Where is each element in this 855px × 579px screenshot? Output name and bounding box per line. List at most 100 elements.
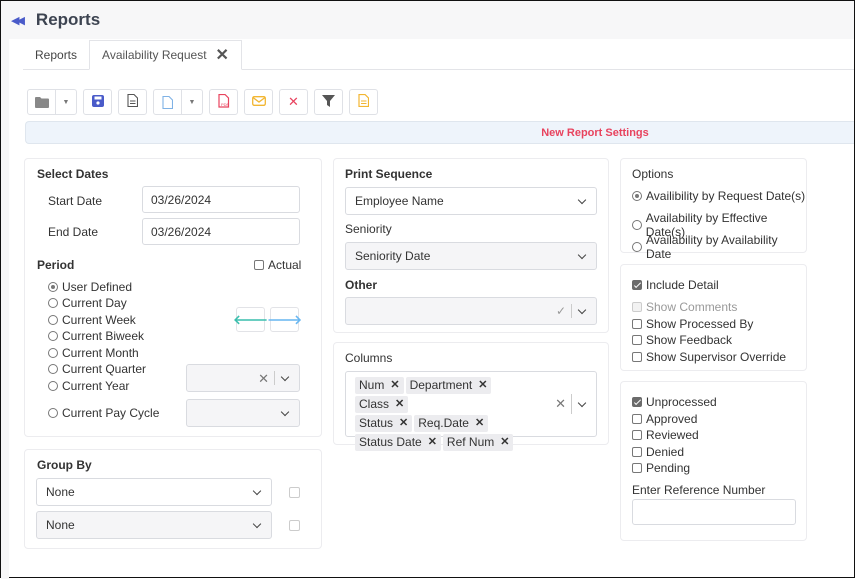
pending-checkbox[interactable]: Pending [632,461,690,475]
checkbox[interactable] [632,335,642,345]
checkbox[interactable] [632,463,642,473]
checkbox-label: Denied [646,445,685,459]
chevron-down-icon[interactable] [280,373,290,383]
radio[interactable] [48,364,58,374]
tab-reports[interactable]: Reports [23,40,89,69]
show-feedback-checkbox[interactable]: Show Feedback [632,333,732,347]
close-tab-icon[interactable]: ✕ [216,45,229,65]
option-by-request-date[interactable]: Availibility by Request Date(s) [632,189,805,203]
checkbox[interactable] [632,397,642,407]
checkbox[interactable] [632,352,642,362]
radio[interactable] [48,298,58,308]
chevron-down-icon[interactable] [252,487,262,497]
email-button[interactable] [244,89,273,115]
radio[interactable] [48,282,58,292]
remove-tag-icon[interactable]: ✕ [428,434,437,451]
clear-icon[interactable]: ✕ [258,371,269,387]
other-select[interactable]: ✓ [345,297,597,325]
group-by-select-1[interactable]: None [36,478,272,506]
period-option-current-week[interactable]: Current Week [48,313,136,327]
denied-checkbox[interactable]: Denied [632,445,684,459]
group-by-checkbox-2[interactable] [289,520,300,531]
remove-tag-icon[interactable]: ✕ [390,377,399,394]
chevron-down-icon[interactable] [577,399,587,409]
year-select[interactable]: ✕ [186,364,300,392]
new-document-icon[interactable] [154,90,182,114]
chevron-down-icon[interactable] [280,408,290,418]
page-title: Reports [35,10,101,29]
columns-multiselect[interactable]: Num ✕ Department ✕ Class ✕ Status ✕ Req.Date ✕ Sta… [345,371,597,451]
seniority-select[interactable]: Seniority Date [345,242,597,270]
document-icon [127,93,139,110]
checkbox[interactable] [632,280,642,290]
radio[interactable] [48,408,58,418]
show-processed-by-checkbox[interactable]: Show Processed By [632,317,753,331]
remove-tag-icon[interactable]: ✕ [475,415,484,432]
radio[interactable] [632,191,642,201]
remove-tag-icon[interactable]: ✕ [500,434,509,451]
checkbox[interactable] [254,260,264,270]
envelope-icon [251,95,266,109]
next-period-button[interactable]: 🡒 [267,307,302,332]
export-pdf-button[interactable]: PDF [209,89,238,115]
end-date-input[interactable]: 03/26/2024 [142,218,300,245]
chevron-down-icon[interactable]: ▼ [56,90,76,114]
column-tag: Ref Num ✕ [442,434,514,451]
period-option-current-month[interactable]: Current Month [48,346,139,360]
tag-label: Ref Num [446,435,495,449]
group-by-checkbox-1[interactable] [289,487,300,498]
checkbox[interactable] [632,447,642,457]
chevron-down-icon[interactable] [252,520,262,530]
reference-number-input[interactable] [632,499,796,525]
delete-button[interactable]: ✕ [279,89,308,115]
period-option-current-quarter[interactable]: Current Quarter [48,362,146,376]
chevron-down-icon[interactable] [577,196,587,206]
approved-checkbox[interactable]: Approved [632,412,697,426]
period-option-current-day[interactable]: Current Day [48,296,127,310]
clear-all-icon[interactable]: ✕ [555,396,566,412]
actual-checkbox[interactable]: Actual [254,258,301,272]
pay-cycle-select[interactable] [186,399,300,427]
folder-icon[interactable] [28,90,56,114]
print-sequence-select[interactable]: Employee Name [345,187,597,215]
chevron-down-icon[interactable] [577,306,587,316]
radio[interactable] [48,348,58,358]
period-option-current-year[interactable]: Current Year [48,379,129,393]
previous-period-button[interactable]: 🡐 [233,307,268,332]
tab-availability-request[interactable]: Availability Request ✕ [89,40,242,70]
radio[interactable] [48,331,58,341]
chevron-down-icon[interactable] [577,251,587,261]
group-by-select-2[interactable]: None [36,511,272,539]
filter-button[interactable] [314,89,343,115]
remove-tag-icon[interactable]: ✕ [399,415,408,432]
reviewed-checkbox[interactable]: Reviewed [632,428,699,442]
unprocessed-checkbox[interactable]: Unprocessed [632,395,717,409]
radio-label: User Defined [62,280,133,294]
checkbox-label: Show Supervisor Override [646,350,787,364]
radio[interactable] [48,381,58,391]
start-date-input[interactable]: 03/26/2024 [142,186,300,213]
period-option-user-defined[interactable]: User Defined [48,280,132,294]
save-button[interactable] [83,89,112,115]
remove-tag-icon[interactable]: ✕ [395,396,404,413]
checkbox[interactable] [632,430,642,440]
option-by-availability-date[interactable]: Availability by Availability Date [632,233,806,261]
radio[interactable] [48,315,58,325]
period-option-current-biweek[interactable]: Current Biweek [48,329,144,343]
radio[interactable] [632,242,642,252]
radio-label: Current Pay Cycle [62,406,160,420]
view-report-button[interactable] [118,89,147,115]
chevron-down-icon[interactable]: ▼ [182,90,202,114]
include-detail-checkbox[interactable]: Include Detail [632,278,719,292]
show-supervisor-override-checkbox[interactable]: Show Supervisor Override [632,350,786,364]
checkbox[interactable] [632,414,642,424]
checkbox[interactable] [632,319,642,329]
remove-tag-icon[interactable]: ✕ [478,377,487,394]
double-chevron-left-icon[interactable]: ◀◀ [11,14,25,27]
radio[interactable] [632,220,642,230]
new-report-button[interactable]: ▼ [153,89,203,115]
notes-button[interactable] [349,89,378,115]
checkbox-label: Show Feedback [646,333,733,347]
period-option-current-pay-cycle[interactable]: Current Pay Cycle [48,406,159,420]
open-folder-button[interactable]: ▼ [27,89,77,115]
